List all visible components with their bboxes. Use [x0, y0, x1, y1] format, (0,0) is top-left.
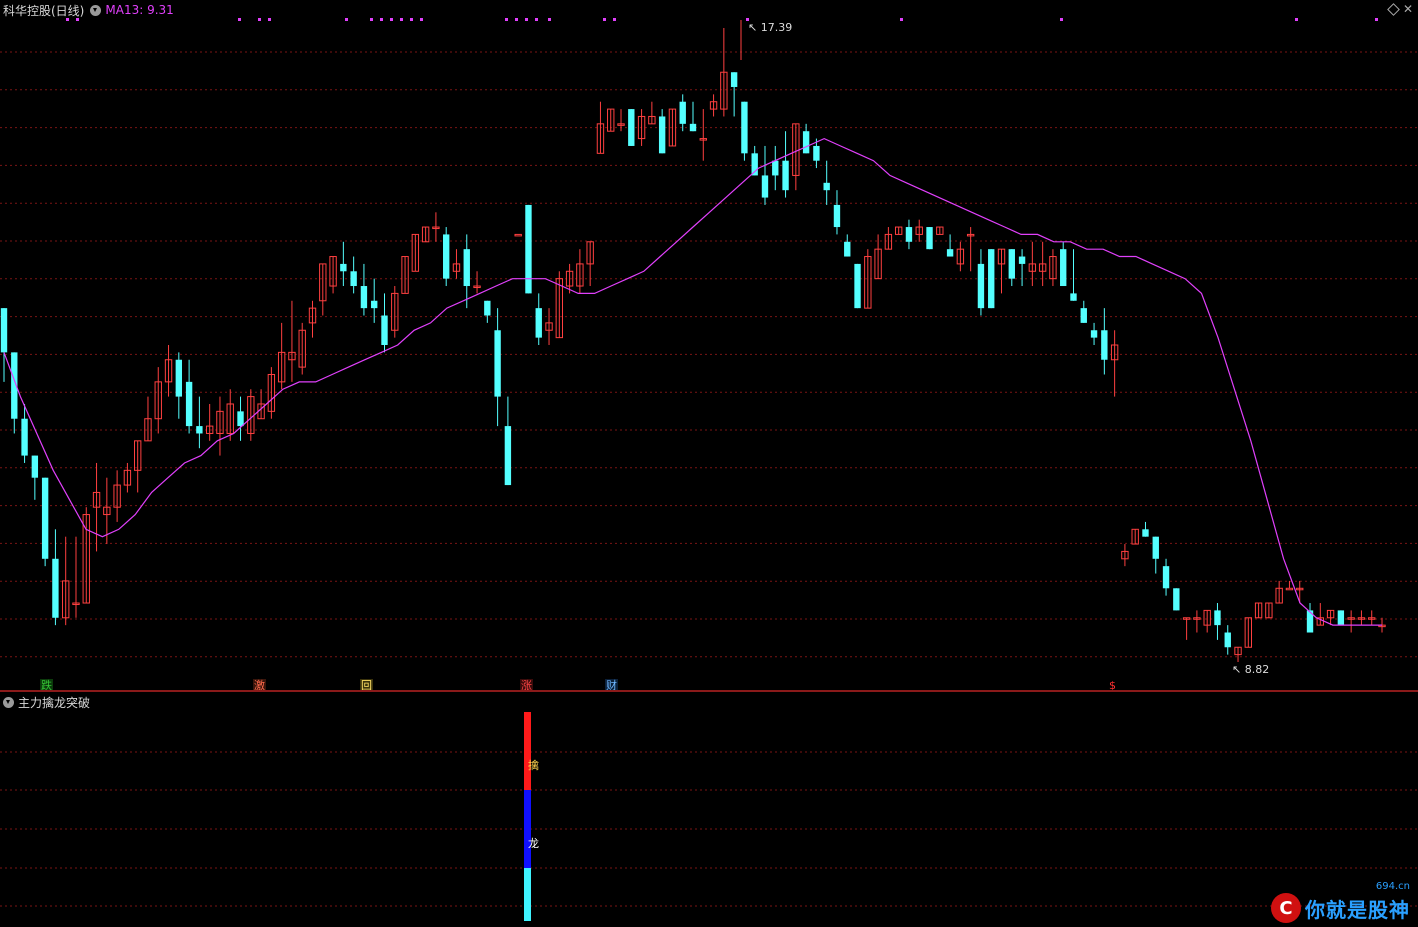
watermark-site: 694.cn	[1375, 881, 1410, 892]
candle-body	[1070, 293, 1077, 301]
candle-body	[494, 330, 501, 397]
candle-body	[679, 101, 686, 124]
stock-chart-window: 科华控股(日线) MA13: 9.31 ✕ ↖ 17.39 ↖ 8.82 跌激回…	[0, 0, 1418, 927]
indicator-bar-red	[524, 712, 531, 790]
candle-body	[21, 418, 28, 456]
candle-body	[381, 315, 388, 345]
indicator-bar-label-2: 龙	[528, 837, 539, 850]
signal-dot	[1375, 18, 1378, 21]
candle-body	[504, 426, 512, 486]
candle-body	[52, 558, 59, 618]
candle-body	[782, 160, 789, 191]
candle-body	[833, 204, 841, 228]
candle-body	[41, 477, 49, 559]
candle-body	[1008, 249, 1015, 279]
candle-body	[1060, 249, 1067, 287]
candle-body	[854, 263, 861, 309]
indicator-bar-label-1: 擒	[528, 759, 539, 772]
signal-dot	[345, 18, 348, 21]
watermark: C 你就是股神 694.cn	[1271, 881, 1410, 923]
candle-body	[844, 241, 851, 257]
candle-body	[340, 263, 347, 272]
signal-dot	[515, 18, 518, 21]
candle-body	[196, 426, 203, 434]
candle-body	[0, 308, 8, 353]
signal-dot	[525, 18, 528, 21]
candle-body	[1224, 632, 1231, 648]
candle-body	[1090, 330, 1098, 338]
watermark-logo: C	[1271, 893, 1301, 923]
candle-body	[350, 271, 357, 287]
signal-dot	[410, 18, 413, 21]
signal-dot	[900, 18, 903, 21]
candle-body	[1285, 587, 1294, 591]
candle-body	[237, 411, 244, 427]
candle-body	[741, 101, 748, 154]
candle-body	[31, 455, 39, 478]
watermark-text: 你就是股神	[1305, 897, 1410, 922]
candle-body	[1214, 610, 1221, 626]
signal-dot	[400, 18, 403, 21]
signal-dot	[420, 18, 423, 21]
candle-body	[628, 109, 635, 146]
signal-dot	[613, 18, 616, 21]
candle-body	[689, 123, 697, 132]
candle-body	[1080, 308, 1087, 323]
indicator-panel[interactable]	[0, 692, 1418, 927]
candle-body	[730, 72, 738, 87]
low-price-label: ↖ 8.82	[1232, 663, 1270, 676]
candle-body	[946, 249, 954, 257]
signal-dot	[1060, 18, 1063, 21]
signal-dot	[1295, 18, 1298, 21]
candle-body	[463, 249, 470, 287]
candle-body	[772, 160, 779, 176]
candle-body	[443, 234, 450, 279]
candle-body	[175, 359, 183, 397]
ma13-line	[3, 137, 1382, 626]
candle-body	[484, 300, 491, 316]
candle-body	[525, 204, 532, 294]
candle-body	[535, 308, 542, 338]
candle-body	[1162, 566, 1170, 589]
candle-body	[360, 286, 368, 309]
candle-body	[926, 227, 933, 250]
candle-body	[1173, 588, 1180, 611]
candle-body	[813, 145, 820, 161]
candle-body	[185, 381, 193, 427]
signal-dot	[548, 18, 551, 21]
signal-dot	[370, 18, 373, 21]
signal-dot	[505, 18, 508, 21]
candle-body	[802, 131, 810, 154]
candle-body	[1018, 256, 1026, 264]
candle-body	[371, 300, 378, 309]
candle-body	[823, 182, 830, 191]
candle-body	[1142, 529, 1149, 537]
candle-body	[658, 116, 666, 154]
candle-body	[1337, 610, 1345, 626]
candle-body	[761, 175, 769, 198]
candle-body	[977, 263, 985, 309]
signal-dot	[390, 18, 393, 21]
signal-dot	[238, 18, 241, 21]
candlestick-chart[interactable]	[0, 0, 1418, 690]
candle-body	[514, 233, 522, 237]
signal-dot	[603, 18, 606, 21]
candle-body	[905, 227, 913, 242]
signal-dot	[535, 18, 538, 21]
signal-dot	[268, 18, 271, 21]
candle-body	[1152, 536, 1159, 559]
indicator-bar-blue	[524, 790, 531, 868]
candle-body	[988, 249, 995, 309]
signal-dot	[258, 18, 261, 21]
candle-body	[1101, 330, 1108, 360]
signal-dot	[76, 18, 79, 21]
signal-dot	[380, 18, 383, 21]
indicator-bar-cyan	[524, 868, 531, 921]
high-price-label: ↖ 17.39	[748, 21, 793, 34]
signal-dot	[66, 18, 69, 21]
